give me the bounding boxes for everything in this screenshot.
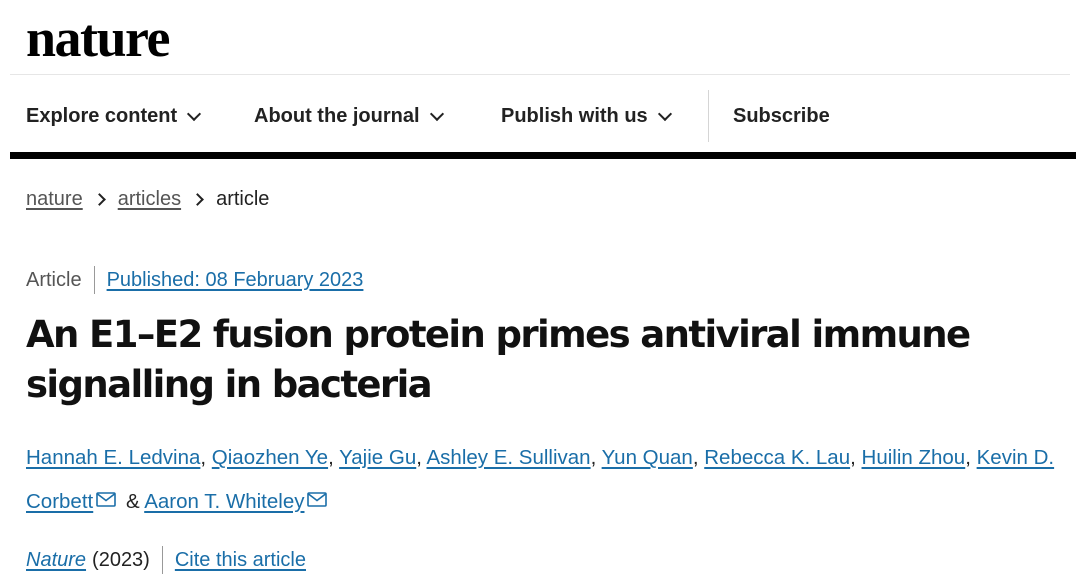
author-list: Hannah E. Ledvina, Qiaozhen Ye, Yajie Gu…	[26, 436, 1076, 524]
author-link[interactable]: Yajie Gu	[339, 446, 416, 469]
nav-explore-content[interactable]: Explore content	[26, 90, 202, 142]
chevron-down-icon	[187, 106, 202, 121]
article-meta: Article Published: 08 February 2023	[26, 266, 363, 294]
journal-link[interactable]: Nature	[26, 549, 86, 572]
chevron-right-icon	[191, 193, 204, 206]
breadcrumb: nature articles article	[26, 188, 269, 211]
meta-separator	[93, 266, 95, 294]
author-separator: ,	[692, 446, 699, 469]
article-type: Article	[26, 268, 82, 291]
author-separator: ,	[416, 446, 422, 469]
nav-publish-with-us[interactable]: Publish with us	[501, 90, 672, 142]
author-separator: ,	[200, 446, 207, 469]
author-separator: ,	[328, 446, 334, 469]
nature-logo[interactable]: nature	[26, 6, 171, 70]
author-link[interactable]: Ashley E. Sullivan	[427, 446, 591, 469]
header-divider	[10, 74, 1070, 75]
envelope-icon[interactable]	[96, 492, 117, 507]
envelope-icon[interactable]	[307, 492, 328, 507]
breadcrumb-articles-link[interactable]: articles	[118, 188, 181, 211]
author-link[interactable]: Yun Quan	[602, 446, 693, 469]
author-separator: ,	[965, 446, 971, 469]
article-title: An E1–E2 fusion protein primes antiviral…	[26, 313, 971, 406]
author-link[interactable]: Hannah E. Ledvina	[26, 446, 200, 469]
chevron-down-icon	[657, 106, 672, 121]
article-page: nature Explore content About the journal…	[0, 0, 1080, 584]
author-link[interactable]: Qiaozhen Ye	[212, 446, 328, 469]
author-separator: ,	[590, 446, 597, 469]
author-link[interactable]: Rebecca K. Lau	[704, 446, 850, 469]
main-nav: Explore content About the journal Publis…	[0, 90, 1080, 142]
published-date-link[interactable]: Published: 08 February 2023	[107, 269, 364, 292]
author-separator: ,	[850, 446, 856, 469]
author-conjunction: &	[125, 490, 140, 513]
chevron-right-icon	[92, 193, 106, 206]
nav-about-journal[interactable]: About the journal	[254, 90, 444, 142]
chevron-down-icon	[429, 106, 444, 121]
citation-year: (2023)	[92, 548, 150, 571]
nav-divider	[708, 90, 709, 142]
nav-about-journal-label: About the journal	[254, 104, 420, 127]
breadcrumb-current: article	[216, 188, 270, 210]
nav-subscribe[interactable]: Subscribe	[733, 90, 830, 142]
nav-subscribe-label: Subscribe	[733, 104, 830, 127]
cite-article-link[interactable]: Cite this article	[175, 549, 306, 572]
author-link[interactable]: Huilin Zhou	[862, 446, 966, 469]
author-link[interactable]: Aaron T. Whiteley	[144, 490, 304, 513]
citation-line: Nature (2023) Cite this article	[26, 546, 306, 574]
citation-separator	[161, 546, 163, 574]
nav-bottom-rule	[10, 152, 1076, 159]
breadcrumb-nature-link[interactable]: nature	[26, 188, 83, 211]
nav-explore-content-label: Explore content	[26, 104, 178, 127]
nav-publish-with-us-label: Publish with us	[501, 104, 648, 127]
